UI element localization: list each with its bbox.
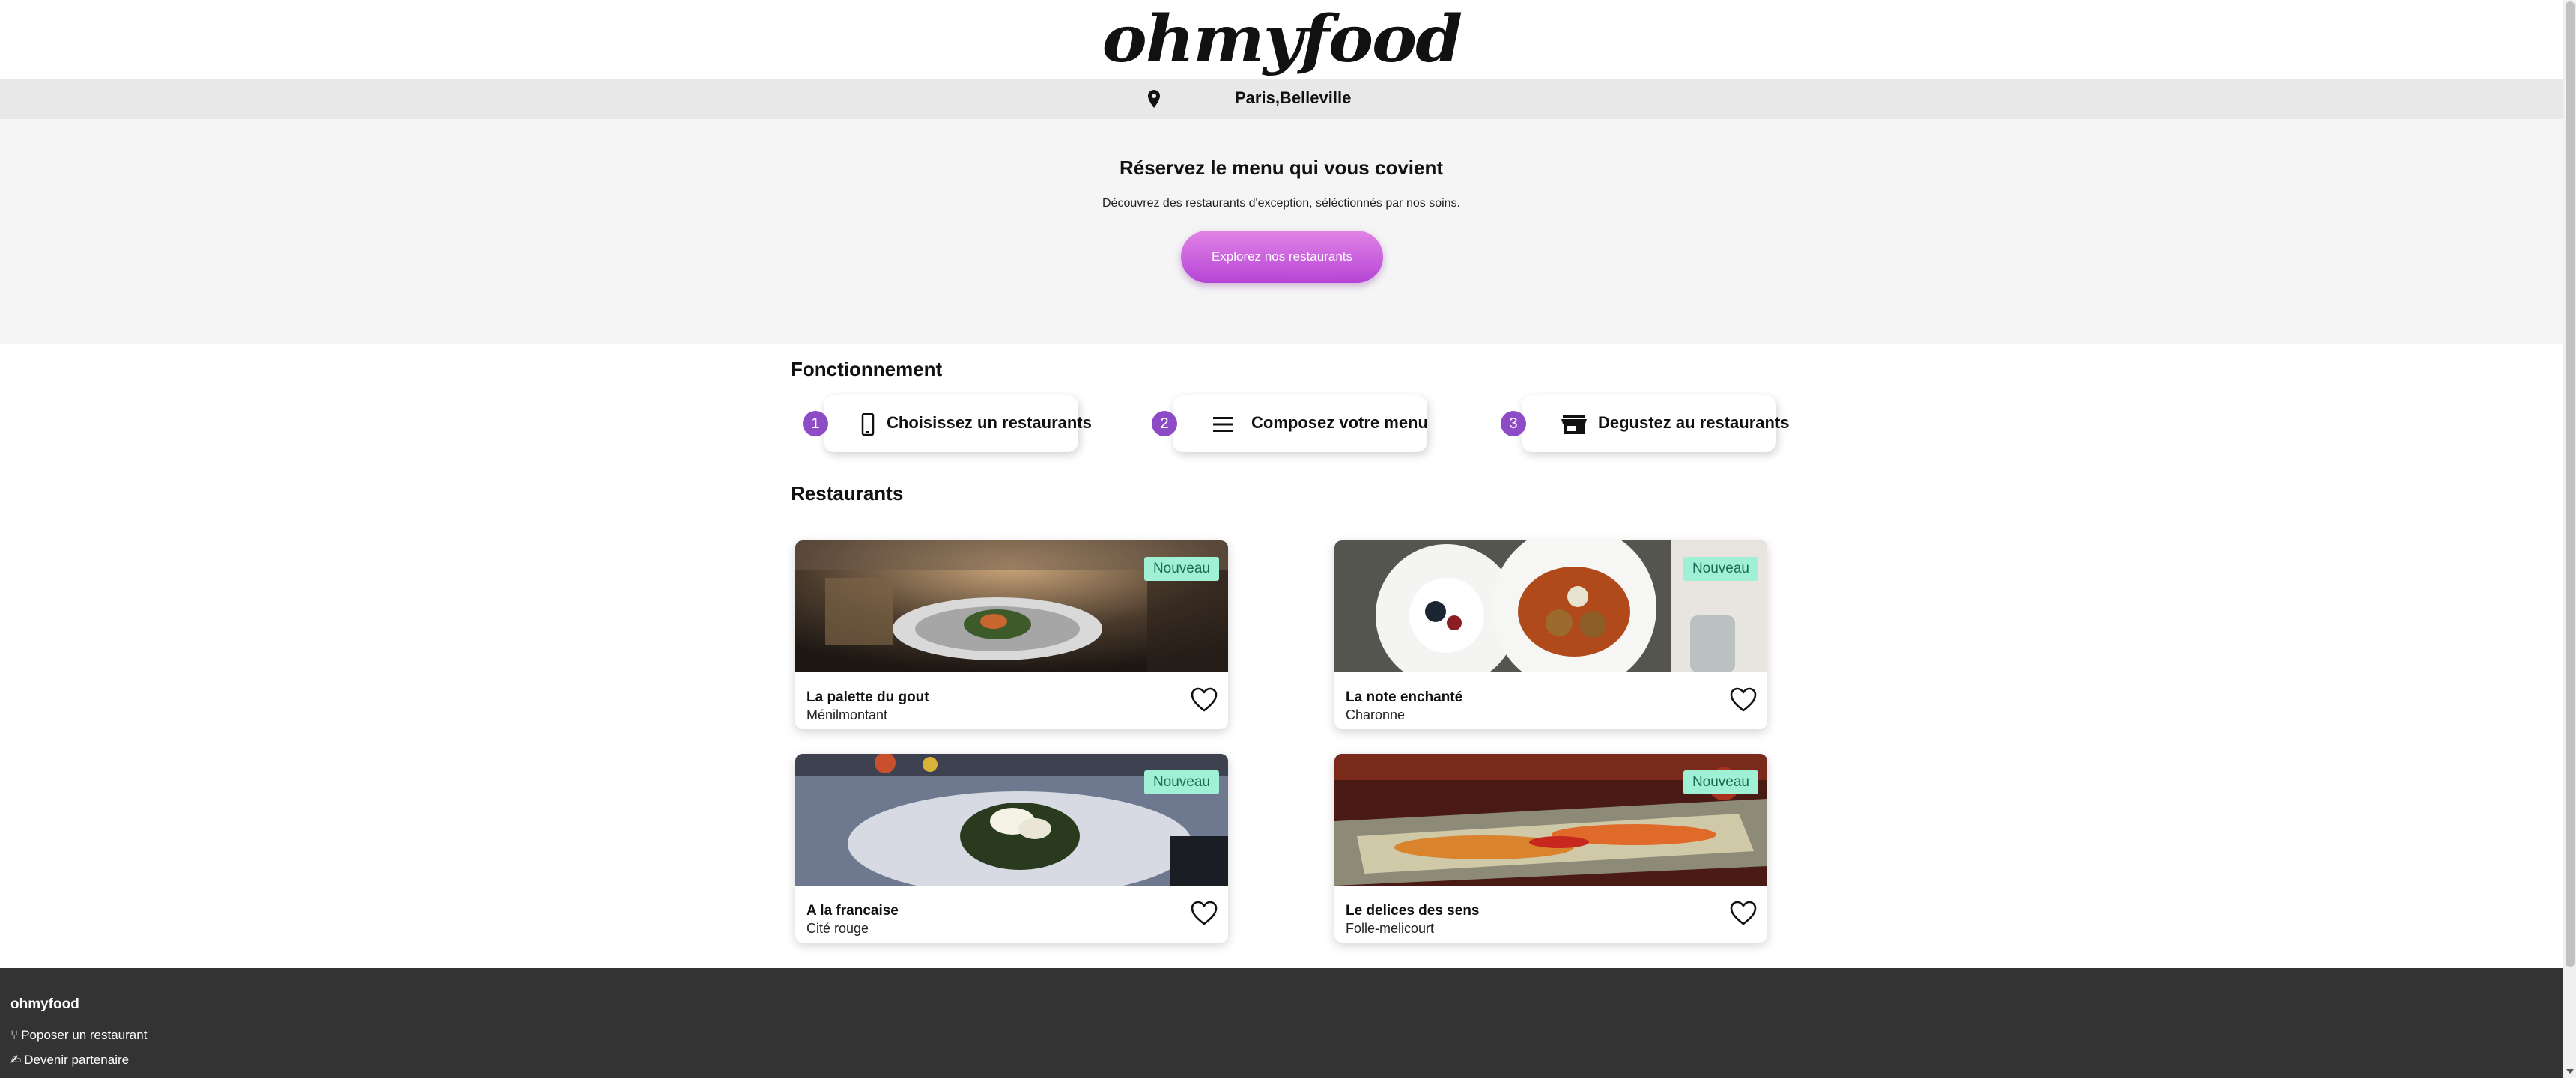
step-label: Degustez au restaurants (1598, 413, 1790, 432)
scrollbar-thumb[interactable] (2566, 1, 2575, 967)
restaurant-card[interactable]: Nouveau La palette du gout Ménilmontant (795, 540, 1228, 729)
new-badge: Nouveau (1143, 770, 1219, 794)
restaurant-card[interactable]: Nouveau A la francaise Cité rouge (795, 754, 1228, 943)
restaurant-name: A la francaise (806, 903, 899, 919)
hero-section: Réservez le menu qui vous covient Découv… (0, 119, 2563, 344)
how-it-works-title: Fonctionnement (791, 358, 943, 380)
step-label: Choisissez un restaurants (887, 413, 1092, 432)
restaurant-card[interactable]: Nouveau La note enchanté Charonne (1334, 540, 1767, 729)
scroll-down-arrow[interactable] (2566, 1069, 2574, 1074)
footer-link-label: Poposer un restaurant (21, 1028, 148, 1042)
heart-icon[interactable] (1191, 687, 1218, 713)
store-icon (1561, 415, 1587, 434)
footer-link-propose-restaurant[interactable]: ⑂ Poposer un restaurant (10, 1028, 147, 1043)
restaurant-area: Ménilmontant (806, 707, 888, 722)
list-icon (1213, 417, 1233, 432)
utensils-icon: ⑂ (10, 1028, 19, 1042)
step-compose-menu: 2 Composez votre menu (1152, 395, 1428, 452)
vertical-scrollbar[interactable] (2563, 0, 2576, 1078)
new-badge: Nouveau (1143, 557, 1219, 581)
restaurant-name: La palette du gout (806, 689, 929, 705)
step-number: 2 (1152, 411, 1177, 436)
step-taste-restaurant: 3 Degustez au restaurants (1501, 395, 1790, 452)
new-badge: Nouveau (1683, 770, 1758, 794)
step-choose-restaurant: 1 Choisissez un restaurants (803, 395, 1092, 452)
step-number: 1 (803, 411, 828, 436)
location-bar: Paris,Belleville (0, 79, 2563, 119)
restaurants-title: Restaurants (791, 482, 904, 505)
footer-link-become-partner[interactable]: ✍ Devenir partenaire (10, 1053, 129, 1068)
location-text: Paris,Belleville (1235, 88, 1352, 107)
site-logo[interactable]: ohmyfood (1102, 7, 1462, 72)
restaurant-area: Cité rouge (806, 921, 869, 936)
location-pin-icon (1148, 90, 1160, 108)
restaurant-area: Folle-melicourt (1346, 921, 1435, 936)
heart-icon[interactable] (1730, 687, 1757, 713)
heart-icon[interactable] (1191, 901, 1218, 926)
heart-icon[interactable] (1730, 901, 1757, 926)
new-badge: Nouveau (1683, 557, 1758, 581)
site-footer: ohmyfood ⑂ Poposer un restaurant ✍ Devenir… (0, 968, 2563, 1078)
smartphone-icon (861, 413, 875, 436)
handshake-icon: ✍ (10, 1053, 22, 1067)
restaurant-card[interactable]: Nouveau Le delices des sens Folle-melico… (1334, 754, 1767, 943)
footer-link-label: Devenir partenaire (24, 1053, 130, 1067)
restaurant-name: Le delices des sens (1346, 903, 1480, 919)
restaurant-name: La note enchanté (1346, 689, 1463, 705)
explore-restaurants-button[interactable]: Explorez nos restaurants (1181, 231, 1383, 283)
step-number: 3 (1501, 411, 1526, 436)
step-label: Composez votre menu (1251, 413, 1428, 432)
hero-subtitle: Découvrez des restaurants d'exception, s… (1102, 197, 1460, 210)
hero-title: Réservez le menu qui vous covient (1119, 156, 1444, 179)
restaurant-area: Charonne (1346, 707, 1406, 722)
footer-brand: ohmyfood (10, 996, 79, 1012)
site-header: ohmyfood (0, 0, 2563, 79)
